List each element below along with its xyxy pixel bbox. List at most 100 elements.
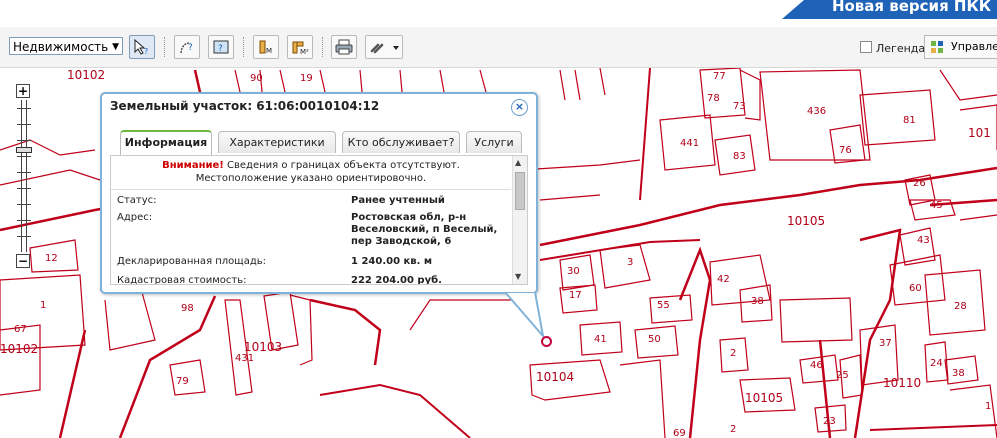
zoom-out-button[interactable]: − (16, 254, 30, 268)
warning-text-2: Местоположение указано ориентировочно. (195, 173, 427, 184)
popup-title: Земельный участок: 61:06:0010104:12 (110, 99, 380, 113)
legend-toggle[interactable]: Легенда (860, 41, 925, 55)
zoom-slider[interactable] (16, 100, 32, 252)
parcel-number: 83 (733, 151, 746, 162)
parcel-number: 431 (235, 353, 255, 364)
warning-text-1: Сведения о границах объекта отсутствуют. (223, 160, 460, 171)
parcel-number: 73 (733, 101, 746, 112)
scroll-down-icon[interactable]: ▼ (515, 272, 521, 281)
route-question-icon: ? (180, 42, 193, 54)
scroll-thumb[interactable] (515, 172, 525, 210)
area-ruler-button[interactable]: M² (287, 35, 313, 59)
toolbar-separator (164, 37, 166, 57)
parcel-number: 42 (717, 274, 730, 285)
parcel-number: 3 (627, 257, 634, 268)
tab-who-serves[interactable]: Кто обслуживает? (342, 131, 460, 153)
new-version-link[interactable]: Новая версия ПКК (832, 0, 991, 15)
tab-information[interactable]: Информация (120, 130, 212, 155)
parcel-number: 67 (14, 324, 27, 335)
parcel-info-popup: Земельный участок: 61:06:0010104:12 × Ин… (100, 92, 538, 294)
svg-text:?: ? (188, 43, 193, 53)
status-value: Ранее учтенный (351, 195, 445, 206)
parcel-number: 37 (879, 338, 892, 349)
parcel-number: 60 (909, 283, 922, 294)
zoom-slider-handle[interactable] (16, 147, 32, 153)
chevron-down-icon: ▼ (112, 42, 119, 52)
declared-area-label: Декларированная площадь: (117, 256, 267, 267)
parcel-number: 12 (45, 253, 58, 264)
tab-characteristics[interactable]: Характеристики (218, 131, 336, 153)
svg-text:M: M (266, 47, 272, 55)
new-version-banner[interactable]: Новая версия ПКК (782, 0, 997, 19)
svg-text:?: ? (218, 44, 223, 54)
popup-pointer (505, 292, 545, 340)
cursor-question-icon: ? (134, 39, 148, 55)
layer-select[interactable]: Недвижимость ▼ (9, 37, 123, 55)
parcel-number: 441 (680, 138, 700, 149)
parcel-number: 17 (569, 290, 582, 301)
popup-scrollbar[interactable]: ▲ ▼ (512, 156, 527, 284)
warning-message: Внимание! Сведения о границах объекта от… (111, 159, 511, 185)
layer-select-value: Недвижимость (13, 40, 109, 54)
measure-area-button[interactable]: ? (208, 35, 234, 59)
parcel-number: 98 (181, 303, 194, 314)
parcel-number: 25 (836, 370, 849, 381)
print-button[interactable] (331, 35, 357, 59)
parcel-number: 45 (930, 200, 943, 211)
legend-checkbox[interactable] (860, 41, 872, 53)
toolbar-separator (243, 37, 245, 57)
warning-label: Внимание! (162, 160, 224, 171)
parcel-number: 50 (648, 334, 661, 345)
zoom-control: + − (16, 84, 32, 270)
parcel-number: 46 (810, 360, 823, 371)
parcel-number: 78 (707, 93, 720, 104)
svg-text:M²: M² (300, 48, 309, 55)
parcel-number: 28 (954, 301, 967, 312)
ruler-button[interactable]: M (253, 35, 279, 59)
parcel-number: 77 (713, 71, 726, 82)
parcel-number: 69 (673, 428, 686, 438)
svg-text:?: ? (144, 47, 148, 55)
parcel-number: 41 (594, 334, 607, 345)
area-ruler-icon: M² (292, 41, 309, 55)
ruler-icon: M (259, 40, 272, 55)
parcel-number: 24 (930, 358, 943, 369)
parcel-location-marker[interactable] (541, 336, 552, 347)
parcel-number: 23 (823, 416, 836, 427)
parcel-number: 38 (952, 368, 965, 379)
link-icon (370, 43, 399, 54)
cadastral-value-label: Кадастровая стоимость: (117, 275, 247, 285)
top-banner: Новая версия ПКК (0, 0, 997, 27)
parcel-number: 38 (751, 296, 764, 307)
parcel-number: 81 (903, 115, 916, 126)
identify-button[interactable]: ? (129, 35, 155, 59)
parcel-number: 2 (730, 348, 737, 359)
close-icon[interactable]: × (511, 99, 528, 116)
parcel-number: 26 (913, 178, 926, 189)
parcel-number: 55 (657, 300, 670, 311)
parcel-number: 1 (985, 401, 992, 412)
address-value: Ростовская обл, р-н Веселовский, п Весел… (351, 212, 498, 247)
declared-area-value: 1 240.00 кв. м (351, 256, 433, 267)
parcel-number: 1 (40, 300, 47, 311)
toolbar: Недвижимость ▼ ? ? ? M M² Легенда Управл… (0, 27, 997, 68)
measure-distance-button[interactable]: ? (174, 35, 200, 59)
parcel-number: 76 (839, 145, 852, 156)
parcel-number: 90 (250, 73, 263, 84)
layers-grid-icon (931, 41, 943, 53)
manage-layers-button[interactable]: Управлен (924, 35, 997, 59)
parcel-number: 19 (300, 73, 313, 84)
address-label: Адрес: (117, 212, 153, 223)
legend-label: Легенда (876, 42, 926, 55)
tab-services[interactable]: Услуги (466, 131, 522, 153)
zoom-in-button[interactable]: + (16, 84, 30, 98)
parcel-number: 43 (917, 235, 930, 246)
parcel-number: 436 (807, 106, 827, 117)
link-button[interactable] (365, 35, 403, 59)
scroll-up-icon[interactable]: ▲ (515, 158, 521, 167)
parcel-number: 30 (567, 266, 580, 277)
toolbar-separator (322, 37, 324, 57)
printer-icon (335, 39, 353, 55)
parcel-number: 2 (730, 424, 737, 435)
status-label: Статус: (117, 195, 157, 206)
